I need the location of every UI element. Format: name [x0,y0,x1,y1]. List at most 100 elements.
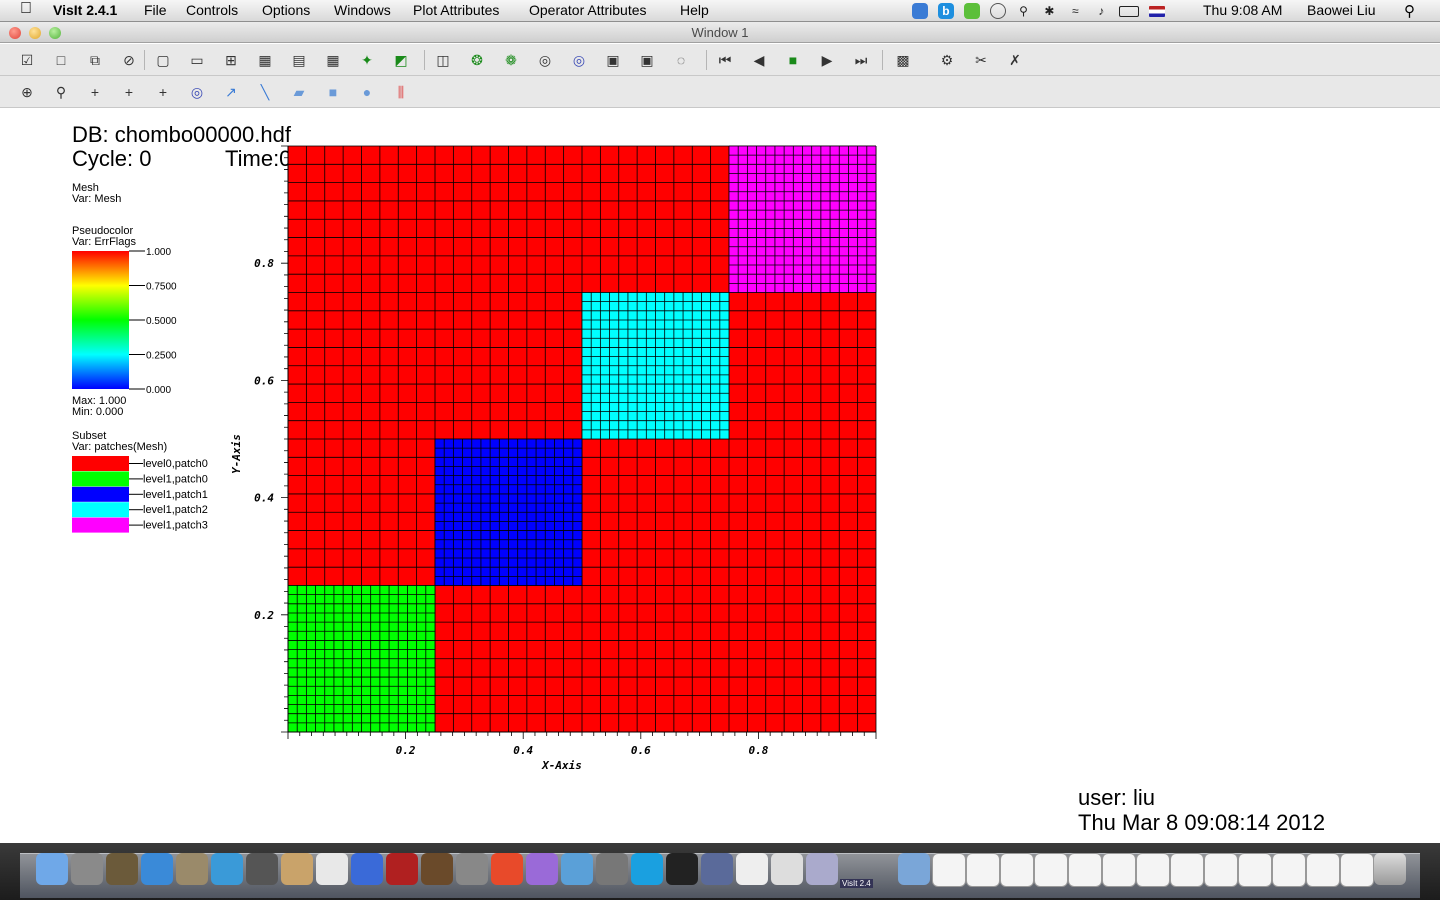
visit-icon[interactable] [806,853,838,885]
menubar-clock[interactable]: Thu 9:08 AM [1203,2,1282,18]
navigate-icon[interactable]: ⊕ [16,81,38,103]
photo-booth-icon[interactable] [386,853,418,885]
calendar-icon[interactable] [316,853,348,885]
binoculars-icon[interactable]: ⚲ [1016,3,1032,19]
time-machine-icon[interactable] [989,3,1006,20]
menubar-user[interactable]: Baowei Liu [1307,2,1376,18]
menu-file[interactable]: File [144,2,167,18]
layout-2x3-icon[interactable]: ▦ [254,49,276,71]
file-icon[interactable] [932,853,966,887]
layout-2x2-icon[interactable]: ⊞ [220,49,242,71]
redraw-icon[interactable]: ❁ [500,49,522,71]
sphere-tool-icon[interactable]: ● [356,81,378,103]
preview-icon[interactable] [176,853,208,885]
iphoto-icon[interactable] [421,853,453,885]
file-icon[interactable] [1272,853,1306,887]
layout-2x4-icon[interactable]: ▤ [288,49,310,71]
file-icon[interactable] [1068,853,1102,887]
file-icon[interactable] [966,853,1000,887]
file-icon[interactable] [1102,853,1136,887]
copy-icon[interactable]: ✂ [970,49,992,71]
image-capture-icon[interactable] [701,853,733,885]
clone-window-icon[interactable]: ⧉ [84,49,106,71]
b-app-icon[interactable]: b [937,3,954,20]
ldap-icon[interactable] [561,853,593,885]
file-icon[interactable] [1000,853,1034,887]
reset-view-icon[interactable]: ◌ [670,49,692,71]
stop-icon[interactable]: ■ [782,49,804,71]
contacts-icon[interactable] [281,853,313,885]
utilities-icon[interactable] [596,853,628,885]
system-preferences-icon[interactable] [456,853,488,885]
zone-pick-icon[interactable]: + [84,81,106,103]
line-tool-icon[interactable]: ╲ [254,81,276,103]
first-frame-icon[interactable]: ⏮ [714,49,736,71]
lineout-icon[interactable]: ◎ [568,49,590,71]
lock-time-icon[interactable]: ◩ [390,49,412,71]
photo-icon[interactable] [106,853,138,885]
file-icon[interactable] [1306,853,1340,887]
apple-menu-icon[interactable]:  [20,0,32,18]
box-tool-icon[interactable]: ■ [322,81,344,103]
bluetooth-icon[interactable]: ✱ [1041,3,1057,19]
menu-controls[interactable]: Controls [186,2,238,18]
menu-help[interactable]: Help [680,2,709,18]
trash-icon[interactable] [1374,853,1406,885]
file-icon[interactable] [1136,853,1170,887]
documents-folder-icon[interactable] [898,853,930,885]
file-icon[interactable] [1204,853,1238,887]
lineout-icon[interactable]: ◎ [186,81,208,103]
itunes-icon[interactable] [351,853,383,885]
layout-3x3-icon[interactable]: ▦ [322,49,344,71]
spin-icon[interactable]: ❂ [466,49,488,71]
new-window-icon[interactable]: □ [50,49,72,71]
zoom-icon[interactable]: ⚲ [50,81,72,103]
safari-icon[interactable] [211,853,243,885]
apply-icon[interactable]: ☑ [16,49,38,71]
menu-windows[interactable]: Windows [334,2,391,18]
lock-view-icon[interactable]: ✦ [356,49,378,71]
delete-window-icon[interactable]: ⊘ [118,49,140,71]
terminal-icon[interactable] [666,853,698,885]
file-icon[interactable] [1034,853,1068,887]
facetime-icon[interactable] [246,853,278,885]
launchpad-icon[interactable] [71,853,103,885]
node-pick-icon[interactable]: + [118,81,140,103]
wifi-icon[interactable]: ≈ [1067,3,1083,19]
battery-icon[interactable] [1119,5,1140,17]
play-icon[interactable]: ▶ [816,49,838,71]
next-frame-icon[interactable]: ⏭ [850,49,872,71]
eclipse-icon[interactable] [526,853,558,885]
volume-icon[interactable]: ♪ [1093,3,1109,19]
pick-icon[interactable]: ◎ [534,49,556,71]
save-image-icon[interactable]: ▣ [602,49,624,71]
menu-operator-attributes[interactable]: Operator Attributes [529,2,647,18]
prev-frame-icon[interactable]: ◀ [748,49,770,71]
skype-icon[interactable] [631,853,663,885]
layout-1x1-icon[interactable]: ▢ [152,49,174,71]
evernote-icon[interactable] [963,3,980,20]
textedit-icon[interactable] [771,853,803,885]
menu-plot-attributes[interactable]: Plot Attributes [413,2,499,18]
spreadsheet-pick-icon[interactable]: + [152,81,174,103]
file-icon[interactable] [1340,853,1374,887]
finder-icon[interactable] [36,853,68,885]
plane-tool-icon[interactable]: ▰ [288,81,310,103]
camera-icon[interactable]: ▣ [636,49,658,71]
us-flag-icon[interactable] [1149,5,1166,17]
file-icon[interactable] [1238,853,1272,887]
axis-restriction-icon[interactable]: ⫼ [390,81,412,103]
clear-icon[interactable]: ✗ [1004,49,1026,71]
engine-icon[interactable]: ⚙ [936,49,958,71]
x11-icon[interactable] [736,853,768,885]
point-tool-icon[interactable]: ↗ [220,81,242,103]
palette-icon[interactable]: ▩ [892,49,914,71]
chrome-icon[interactable] [491,853,523,885]
layout-1x2-icon[interactable]: ▭ [186,49,208,71]
file-icon[interactable] [1170,853,1204,887]
vis-window-viewport[interactable]: DB: chombo00000.hdf Cycle: 0 Time:0 Mesh… [0,108,1440,843]
menu-options[interactable]: Options [262,2,310,18]
invert-background-icon[interactable]: ◫ [432,49,454,71]
app-store-icon[interactable] [141,853,173,885]
dropbox-icon[interactable] [912,3,928,20]
